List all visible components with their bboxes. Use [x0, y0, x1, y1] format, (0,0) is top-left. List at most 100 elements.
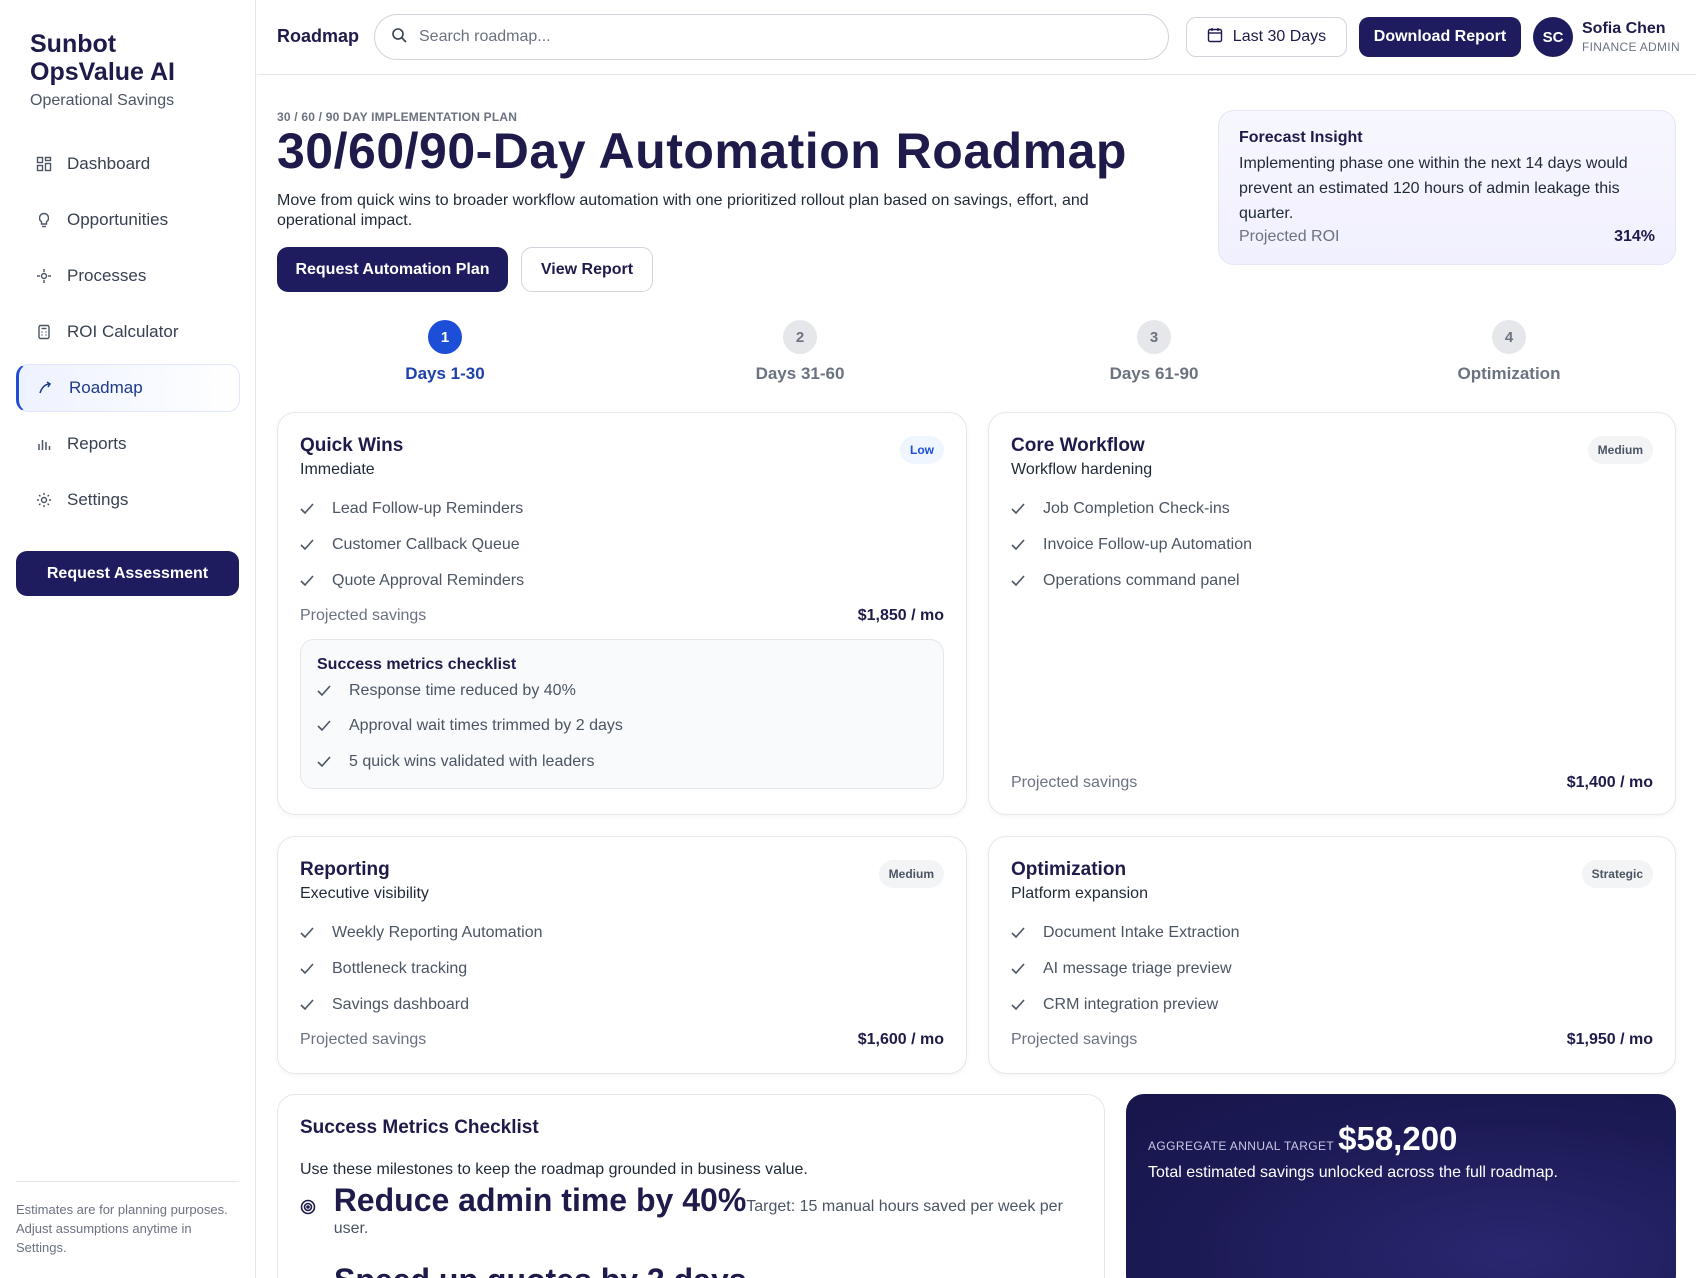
item-label: Savings dashboard: [332, 996, 469, 1013]
step-label: Days 1-30: [405, 364, 485, 383]
savings-label: Projected savings: [300, 607, 427, 624]
step-number: 1: [428, 320, 462, 354]
insight-text: Implementing phase one within the next 1…: [1239, 155, 1628, 222]
check-icon: [317, 685, 335, 697]
savings-value: $1,400 / mo: [1566, 774, 1653, 791]
checklist-title: Success metrics checklist: [317, 656, 517, 673]
phase-subtitle: Executive visibility: [300, 885, 429, 902]
metrics-title: Success Metrics Checklist: [300, 1117, 539, 1138]
request-automation-plan-button[interactable]: Request Automation Plan: [277, 247, 508, 292]
user-role: FINANCE ADMIN: [1582, 40, 1680, 54]
list-item: Response time reduced by 40%: [317, 674, 927, 708]
brand-subtitle: Operational Savings: [30, 92, 175, 109]
sidebar-item-dashboard[interactable]: Dashboard: [16, 140, 240, 188]
search-icon: [391, 27, 407, 48]
check-icon: [300, 539, 318, 551]
list-item: Customer Callback Queue: [300, 527, 944, 563]
avatar[interactable]: SC: [1533, 17, 1573, 57]
target-icon: [300, 1199, 320, 1220]
effort-badge: Medium: [878, 860, 944, 888]
savings-label: Projected savings: [300, 1031, 427, 1048]
sidebar-item-settings[interactable]: Settings: [16, 476, 240, 524]
item-label: Invoice Follow-up Automation: [1043, 536, 1252, 553]
step-label: Days 31-60: [755, 364, 845, 383]
sidebar-item-reports[interactable]: Reports: [16, 420, 240, 468]
insight-title: Forecast Insight: [1239, 129, 1363, 146]
sidebar-item-roi-calculator[interactable]: ROI Calculator: [16, 308, 240, 356]
request-assessment-button[interactable]: Request Assessment: [16, 551, 239, 596]
item-label: CRM integration preview: [1043, 996, 1219, 1013]
view-report-button[interactable]: View Report: [521, 247, 653, 292]
item-label: Job Completion Check-ins: [1043, 500, 1230, 517]
list-item: Job Completion Check-ins: [1011, 491, 1653, 527]
list-item: Document Intake Extraction: [1011, 915, 1653, 951]
calculator-icon: [35, 323, 53, 341]
check-icon: [300, 927, 318, 939]
list-item: 5 quick wins validated with leaders: [317, 744, 927, 780]
check-icon: [300, 963, 318, 975]
brand: Sunbot OpsValue AI Operational Savings: [30, 30, 230, 110]
sidebar-item-roadmap[interactable]: Roadmap: [16, 364, 240, 412]
savings-row: Projected savings $1,850 / mo: [300, 607, 944, 625]
check-icon: [1011, 927, 1029, 939]
list-item: Lead Follow-up Reminders: [300, 491, 944, 527]
item-label: Document Intake Extraction: [1043, 924, 1240, 941]
check-icon: [317, 756, 335, 768]
item-label: Approval wait times trimmed by 2 days: [349, 717, 623, 734]
sidebar-footer-note: Estimates are for planning purposes. Adj…: [16, 1181, 239, 1257]
sidebar-nav: Dashboard Opportunities Processes ROI Ca…: [16, 140, 240, 532]
list-item: Bottleneck tracking: [300, 951, 944, 987]
metrics-description: Use these milestones to keep the roadmap…: [300, 1161, 808, 1178]
check-icon: [1011, 999, 1029, 1011]
step-days-31-60[interactable]: 2 Days 31-60: [720, 320, 880, 384]
milestone-item: Reduce admin time by 40%Target: 15 manua…: [300, 1184, 1082, 1240]
sidebar-item-label: Settings: [67, 490, 129, 509]
date-range-button[interactable]: Last 30 Days: [1186, 17, 1347, 57]
sidebar-item-label: ROI Calculator: [67, 322, 179, 341]
step-optimization[interactable]: 4 Optimization: [1429, 320, 1589, 384]
item-label: Bottleneck tracking: [332, 960, 468, 977]
list-item: Savings dashboard: [300, 987, 944, 1023]
check-icon: [1011, 503, 1029, 515]
search-box[interactable]: [374, 14, 1169, 60]
hero-description: Move from quick wins to broader workflow…: [277, 192, 1089, 229]
phase-title: Core Workflow: [1011, 435, 1145, 456]
roi-label: Projected ROI: [1239, 228, 1340, 245]
phase-subtitle: Workflow hardening: [1011, 461, 1153, 478]
grid-icon: [35, 155, 53, 173]
phase-card-core-workflow: Core Workflow Workflow hardening Medium …: [988, 412, 1676, 815]
sidebar-item-opportunities[interactable]: Opportunities: [16, 196, 240, 244]
sidebar-item-label: Processes: [67, 266, 147, 285]
savings-value: $1,600 / mo: [857, 1031, 944, 1048]
phase-items: Document Intake Extraction AI message tr…: [1011, 915, 1653, 1023]
check-icon: [300, 503, 318, 515]
savings-value: $1,850 / mo: [857, 607, 944, 624]
download-report-button[interactable]: Download Report: [1359, 17, 1521, 57]
list-item: Quote Approval Reminders: [300, 563, 944, 599]
check-icon: [317, 720, 335, 732]
sidebar-item-label: Roadmap: [69, 378, 143, 397]
step-days-1-30[interactable]: 1 Days 1-30: [365, 320, 525, 384]
success-metrics-checklist: Success metrics checklist Response time …: [300, 639, 944, 789]
check-icon: [1011, 575, 1029, 587]
step-days-61-90[interactable]: 3 Days 61-90: [1074, 320, 1234, 384]
sidebar-item-processes[interactable]: Processes: [16, 252, 240, 300]
aggregate-value: $58,200: [1338, 1120, 1458, 1157]
lightbulb-icon: [35, 211, 53, 229]
check-icon: [300, 999, 318, 1011]
search-input[interactable]: [419, 28, 1139, 46]
sidebar-item-label: Dashboard: [67, 154, 151, 173]
step-label: Optimization: [1457, 364, 1561, 383]
brand-name: Sunbot OpsValue AI: [30, 30, 175, 86]
list-item: Approval wait times trimmed by 2 days: [317, 708, 927, 744]
list-item: Weekly Reporting Automation: [300, 915, 944, 951]
step-label: Days 61-90: [1109, 364, 1199, 383]
item-label: Response time reduced by 40%: [349, 682, 576, 699]
check-icon: [1011, 539, 1029, 551]
list-item: Operations command panel: [1011, 563, 1653, 599]
phase-subtitle: Platform expansion: [1011, 885, 1148, 902]
effort-badge: Low: [900, 436, 944, 464]
page-title: Roadmap: [277, 26, 360, 46]
item-label: Operations command panel: [1043, 572, 1240, 589]
success-metrics-card: Success Metrics Checklist Use these mile…: [277, 1094, 1105, 1278]
